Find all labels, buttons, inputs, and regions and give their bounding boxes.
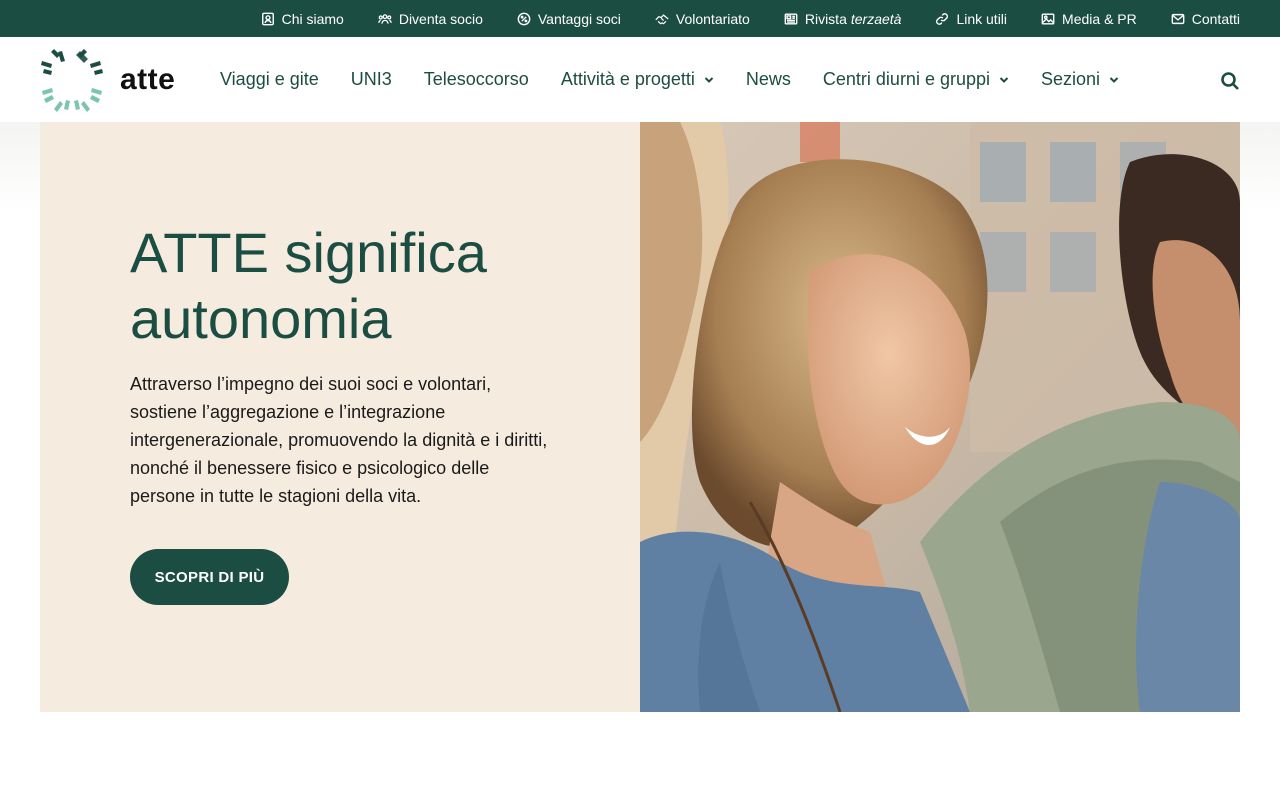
nav-label: Attività e progetti [560,69,695,89]
nav-label: UNI3 [350,69,392,89]
utility-link-media-pr[interactable]: Media & PR [1041,11,1137,27]
utility-link-rivista[interactable]: Rivista terzaetà [784,10,902,27]
nav-item-attivita-e-progetti[interactable]: Attività e progetti [561,69,714,90]
utility-link-chi-siamo[interactable]: Chi siamo [261,11,344,27]
chevron-down-icon [1109,76,1119,83]
nav-item-news[interactable]: News [746,69,791,90]
hero-description: Attraverso l’impegno dei suoi soci e vol… [130,374,548,506]
utility-link-contatti[interactable]: Contatti [1171,11,1240,27]
nav-item-viaggi-e-gite[interactable]: Viaggi e gite [220,69,319,90]
image-icon [1041,12,1055,25]
utility-label: Diventa socio [398,10,483,27]
hero-photo [640,122,1240,712]
person-badge-icon [261,12,274,25]
main-header: atte Viaggi e gite UNI3 Telesoccorso Att… [0,37,1280,122]
nav-item-uni3[interactable]: UNI3 [351,69,392,90]
logo-wordmark: atte [120,63,176,96]
main-nav: Viaggi e gite UNI3 Telesoccorso Attività… [220,37,1151,122]
nav-label: Viaggi e gite [220,69,319,89]
utility-label: Chi siamo [281,10,344,27]
chevron-down-icon [704,76,714,83]
search-icon [1221,72,1239,90]
smiling-people-photo [640,122,1240,712]
site-logo[interactable]: atte [40,47,185,113]
nav-item-telesoccorso[interactable]: Telesoccorso [424,69,529,90]
hero-title-line: ATTE significa [130,221,487,284]
search-button[interactable] [1220,71,1240,91]
hero-section: ATTE significa autonomia Attraverso l’im… [40,122,1240,712]
utility-label: Media & PR [1062,10,1137,27]
utility-label: Rivista [804,10,847,27]
nav-item-centri-diurni-e-gruppi[interactable]: Centri diurni e gruppi [823,69,1009,90]
utility-label-emphasis: terzaetà [850,10,902,27]
nav-item-sezioni[interactable]: Sezioni [1041,69,1119,90]
chevron-down-icon [999,76,1009,83]
handshake-icon [655,13,669,24]
utility-link-volontariato[interactable]: Volontariato [655,11,750,27]
mail-icon [1171,13,1185,24]
utility-link-link-utili[interactable]: Link utili [935,11,1007,27]
nav-label: News [745,69,791,89]
nav-label: Sezioni [1041,69,1101,89]
utility-label: Link utili [956,10,1008,27]
logo-figures-icon [41,49,103,112]
utility-link-diventa-socio[interactable]: Diventa socio [377,10,483,27]
utility-link-vantaggi-soci[interactable]: Vantaggi soci [517,11,621,27]
utility-menu: Chi siamo Diventa socio Vantaggi soci Vo… [0,0,1280,37]
newspaper-icon [784,12,798,25]
nav-label: Centri diurni e gruppi [822,69,990,89]
percent-badge-icon [517,12,531,25]
utility-label: Vantaggi soci [537,10,621,27]
group-icon [377,13,392,24]
link-icon [936,12,949,25]
discover-more-button[interactable]: SCOPRI DI PIÙ [130,549,289,605]
hero-title: ATTE significa autonomia [130,220,590,352]
nav-label: Telesoccorso [423,69,529,89]
top-utility-bar: Chi siamo Diventa socio Vantaggi soci Vo… [0,0,1280,37]
utility-label: Contatti [1191,10,1240,27]
hero-title-line: autonomia [130,287,392,350]
hero-text-panel: ATTE significa autonomia Attraverso l’im… [40,122,640,712]
utility-label: Volontariato [675,10,750,27]
